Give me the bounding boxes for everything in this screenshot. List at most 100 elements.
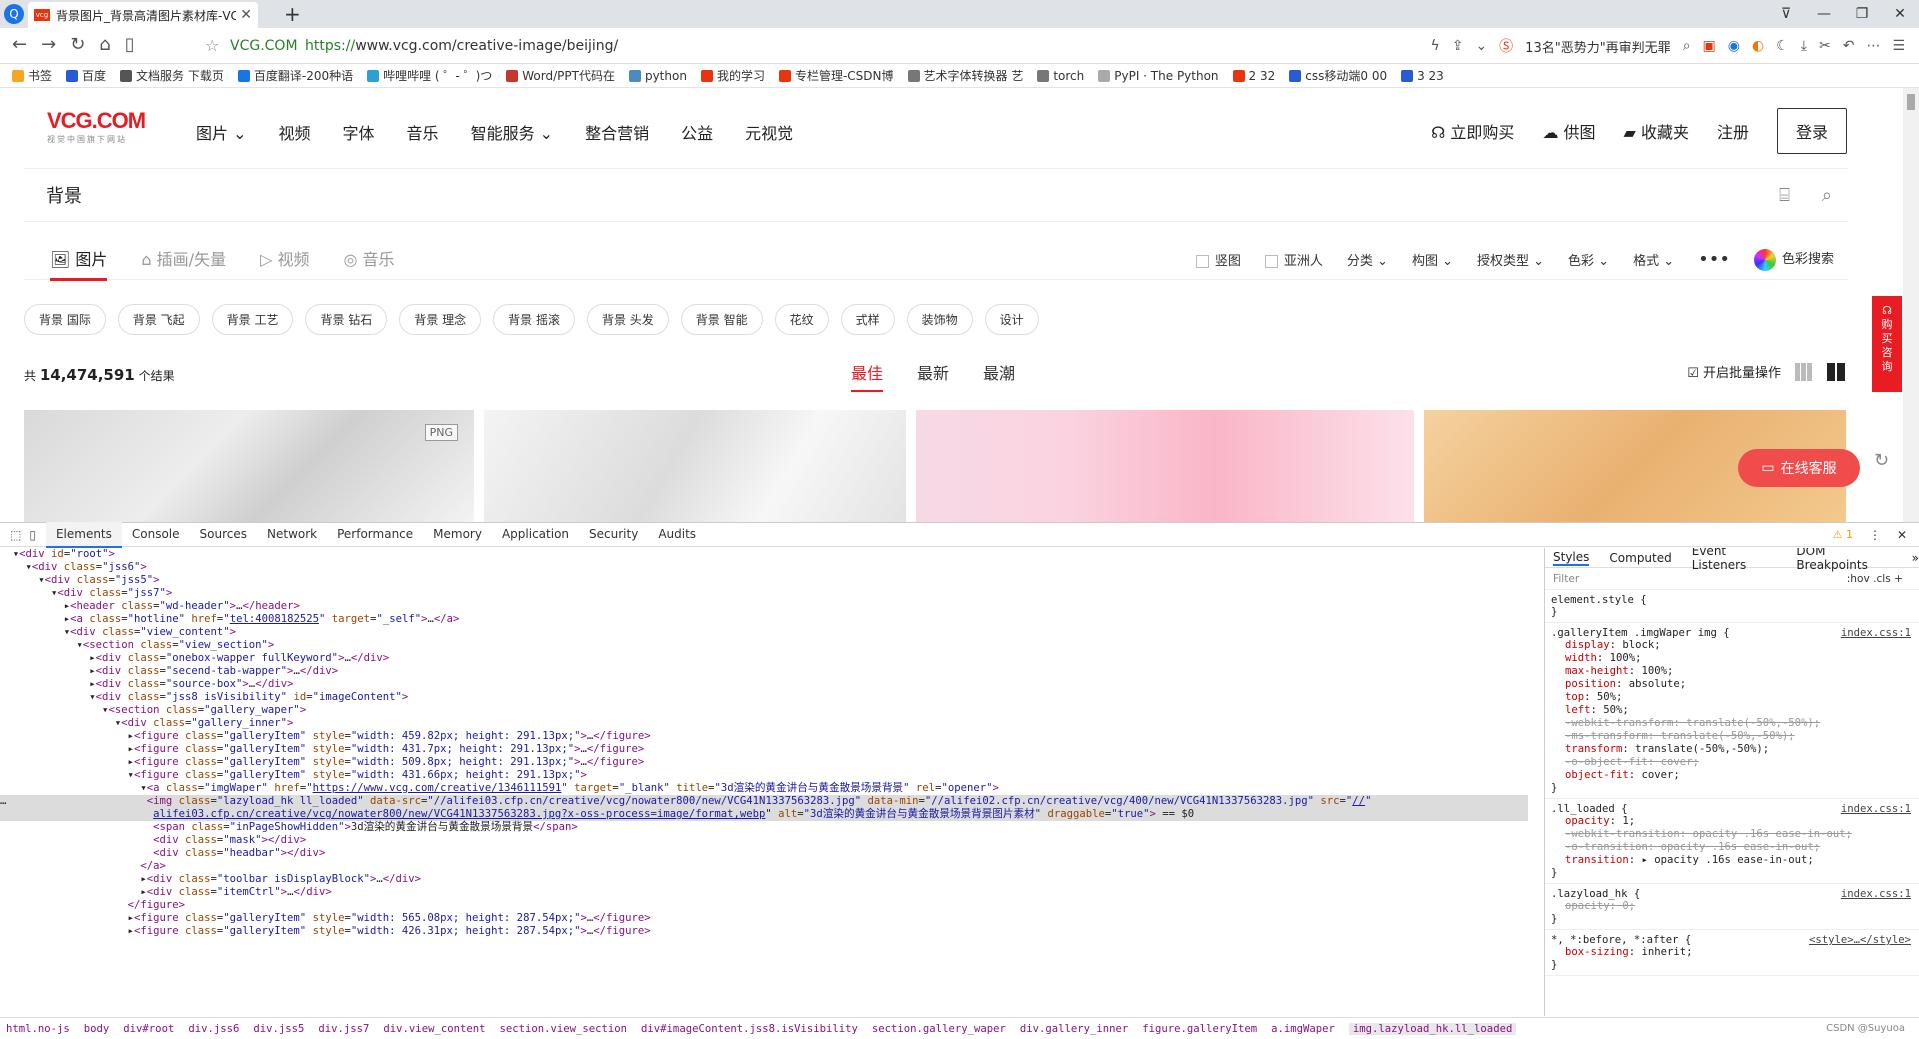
nav-item-marketing[interactable]: 整合营销: [585, 120, 649, 144]
devtools-tab-audits[interactable]: Audits: [648, 522, 706, 548]
breadcrumb-item[interactable]: div.jss5: [253, 1023, 304, 1035]
tag-chip[interactable]: 背景 智能: [680, 304, 763, 335]
bookmark-item[interactable]: 专栏管理-CSDN博: [778, 67, 894, 84]
back-button[interactable]: ←: [12, 34, 27, 55]
breadcrumb-item[interactable]: div.jss7: [318, 1023, 369, 1035]
scissors-icon[interactable]: ✂: [1819, 38, 1831, 54]
warning-badge[interactable]: ⚠ 1: [1833, 528, 1853, 541]
search-icon[interactable]: ⌕: [1822, 185, 1832, 206]
sort-best[interactable]: 最佳: [851, 360, 884, 392]
tag-chip[interactable]: 背景 工艺: [211, 304, 294, 335]
url-field[interactable]: https://www.vcg.com/creative-image/beiji…: [305, 38, 618, 54]
breadcrumb-item[interactable]: div.jss6: [188, 1023, 239, 1035]
tag-chip[interactable]: 背景 头发: [586, 304, 669, 335]
filter-composition[interactable]: 构图 ⌄: [1412, 250, 1453, 269]
nav-item-images[interactable]: 图片 ⌄: [196, 120, 247, 144]
dom-node[interactable]: <div class="mask"></div>: [0, 834, 1528, 847]
checkbox[interactable]: [1195, 254, 1209, 268]
dom-node[interactable]: ▾<div class="gallery_inner">: [0, 717, 1528, 730]
breadcrumb-item[interactable]: section.gallery_waper: [872, 1023, 1006, 1035]
search-input[interactable]: 背景: [46, 182, 82, 208]
dom-node[interactable]: ▾<a class="imgWaper" href="https://www.v…: [0, 782, 1528, 795]
tag-chip[interactable]: 背景 理念: [399, 304, 482, 335]
dom-node[interactable]: ▸<figure class="galleryItem" style="widt…: [0, 730, 1528, 743]
devtools-tab-application[interactable]: Application: [492, 522, 579, 548]
tab-images[interactable]: 🖼 图片: [50, 246, 108, 281]
online-service-button[interactable]: ▭ 在线客服: [1738, 449, 1860, 487]
bookmark-item[interactable]: PyPI · The Python: [1098, 69, 1219, 83]
menu-icon[interactable]: ☰: [1892, 38, 1905, 54]
tag-chip[interactable]: 背景 飞起: [117, 304, 200, 335]
restore-button[interactable]: ❐: [1843, 0, 1881, 28]
contribute-link[interactable]: ☁ 供图: [1542, 119, 1595, 143]
dom-node-selected[interactable]: … <img class="lazyload_hk ll_loaded" dat…: [0, 795, 1528, 808]
devtools-tab-security[interactable]: Security: [579, 522, 648, 548]
tag-chip[interactable]: 装饰物: [906, 304, 973, 335]
more-filters-icon[interactable]: •••: [1698, 249, 1730, 270]
css-rule[interactable]: index.css:1 .lazyload_hk { opacity: 0; }: [1545, 884, 1919, 930]
sort-newest[interactable]: 最新: [917, 360, 949, 392]
rule-source-link[interactable]: index.css:1: [1841, 803, 1911, 815]
buy-now-link[interactable]: ☊ 立即购买: [1431, 119, 1514, 143]
dom-node[interactable]: ▸<figure class="galleryItem" style="widt…: [0, 743, 1528, 756]
dom-node[interactable]: ▸<figure class="galleryItem" style="widt…: [0, 912, 1528, 925]
dom-node[interactable]: ▸<div class="itemCtrl">…</div>: [0, 886, 1528, 899]
nav-item-metavision[interactable]: 元视觉: [745, 120, 793, 144]
rule-source-link[interactable]: index.css:1: [1841, 627, 1911, 639]
bookmark-item[interactable]: 我的学习: [700, 67, 765, 84]
purchase-consult-sidebar[interactable]: ☊ 购买咨询: [1872, 296, 1902, 392]
gallery-image[interactable]: [484, 410, 906, 522]
color-search-button[interactable]: 色彩搜索: [1753, 248, 1834, 271]
devtools-tab-memory[interactable]: Memory: [423, 522, 492, 548]
css-rule[interactable]: <style>…</style> *, *:before, *:after { …: [1545, 930, 1919, 976]
filter-color[interactable]: 色彩 ⌄: [1568, 250, 1609, 269]
bookmark-item[interactable]: Word/PPT代码在: [506, 67, 615, 84]
tab-event-listeners[interactable]: Event Listeners: [1692, 548, 1777, 572]
breadcrumb-item[interactable]: a.imgWaper: [1271, 1023, 1335, 1035]
tag-chip[interactable]: 背景 摇滚: [493, 304, 575, 335]
dom-node[interactable]: ▸<div class="toolbar isDisplayBlock">…</…: [0, 873, 1528, 886]
nav-item-charity[interactable]: 公益: [681, 120, 713, 144]
browser-tab-active[interactable]: vcg 背景图片_背景高清图片素材库-VCG ✕: [28, 2, 258, 28]
dom-node[interactable]: ▸<div class="source-box">…</div>: [0, 678, 1528, 691]
refresh-icon[interactable]: ↻: [1874, 450, 1889, 471]
pin-icon[interactable]: ⊽: [1767, 0, 1805, 28]
nav-item-video[interactable]: 视频: [279, 120, 311, 144]
bookmark-item[interactable]: css移动端0 00: [1289, 67, 1387, 84]
forward-button[interactable]: →: [41, 34, 56, 55]
dom-node[interactable]: ▸<figure class="galleryItem" style="widt…: [0, 756, 1528, 769]
tag-chip[interactable]: 背景 钻石: [305, 304, 388, 335]
masonry-view-icon[interactable]: [1827, 362, 1845, 381]
tag-chip[interactable]: 花纹: [774, 304, 829, 335]
download-icon[interactable]: ⤓: [1801, 38, 1807, 54]
dom-node[interactable]: <span class="inPageShowHidden">3d渲染的黄金讲台…: [0, 821, 1528, 834]
device-toolbar-icon[interactable]: ▯: [29, 528, 36, 542]
search-icon[interactable]: ⌕: [1683, 38, 1691, 54]
bookmark-item[interactable]: 2 32: [1232, 69, 1275, 83]
dom-node[interactable]: </a>: [0, 860, 1528, 873]
dom-node[interactable]: ▾<div class="jss5">: [0, 574, 1528, 587]
dom-node[interactable]: ▸<div class="onebox-wapper fullKeyword">…: [0, 652, 1528, 665]
more-tabs-icon[interactable]: »: [1912, 551, 1919, 565]
filter-tools[interactable]: :hov .cls +: [1847, 573, 1903, 585]
tab-dom-breakpoints[interactable]: DOM Breakpoints: [1796, 548, 1891, 572]
share-icon[interactable]: ⇪: [1452, 38, 1464, 54]
filter-license[interactable]: 授权类型 ⌄: [1477, 250, 1544, 269]
sort-trending[interactable]: 最潮: [983, 360, 1015, 392]
checkbox[interactable]: [1264, 254, 1278, 268]
devtools-tab-sources[interactable]: Sources: [190, 522, 257, 548]
lightning-icon[interactable]: ϟ: [1430, 38, 1439, 54]
home-button[interactable]: ⌂: [99, 34, 110, 55]
breadcrumb-item[interactable]: img.lazyload_hk.ll_loaded: [1348, 1022, 1517, 1035]
page-scrollbar[interactable]: [1903, 88, 1919, 522]
devtools-tab-console[interactable]: Console: [122, 522, 190, 548]
breadcrumb-item[interactable]: figure.galleryItem: [1142, 1023, 1257, 1035]
game-icon[interactable]: ◐: [1752, 38, 1764, 54]
tag-chip[interactable]: 设计: [984, 304, 1039, 335]
dom-node[interactable]: </figure>: [0, 899, 1528, 912]
extension-icon[interactable]: ▣: [1703, 38, 1716, 54]
rule-source-link[interactable]: index.css:1: [1841, 888, 1911, 900]
dom-node[interactable]: ▾<div class="jss6">: [0, 561, 1528, 574]
bookmark-item[interactable]: 哔哩哔哩 ( ゜- ゜)つ: [367, 67, 492, 84]
dom-node[interactable]: ▸<div class="secend-tab-wapper">…</div>: [0, 665, 1528, 678]
